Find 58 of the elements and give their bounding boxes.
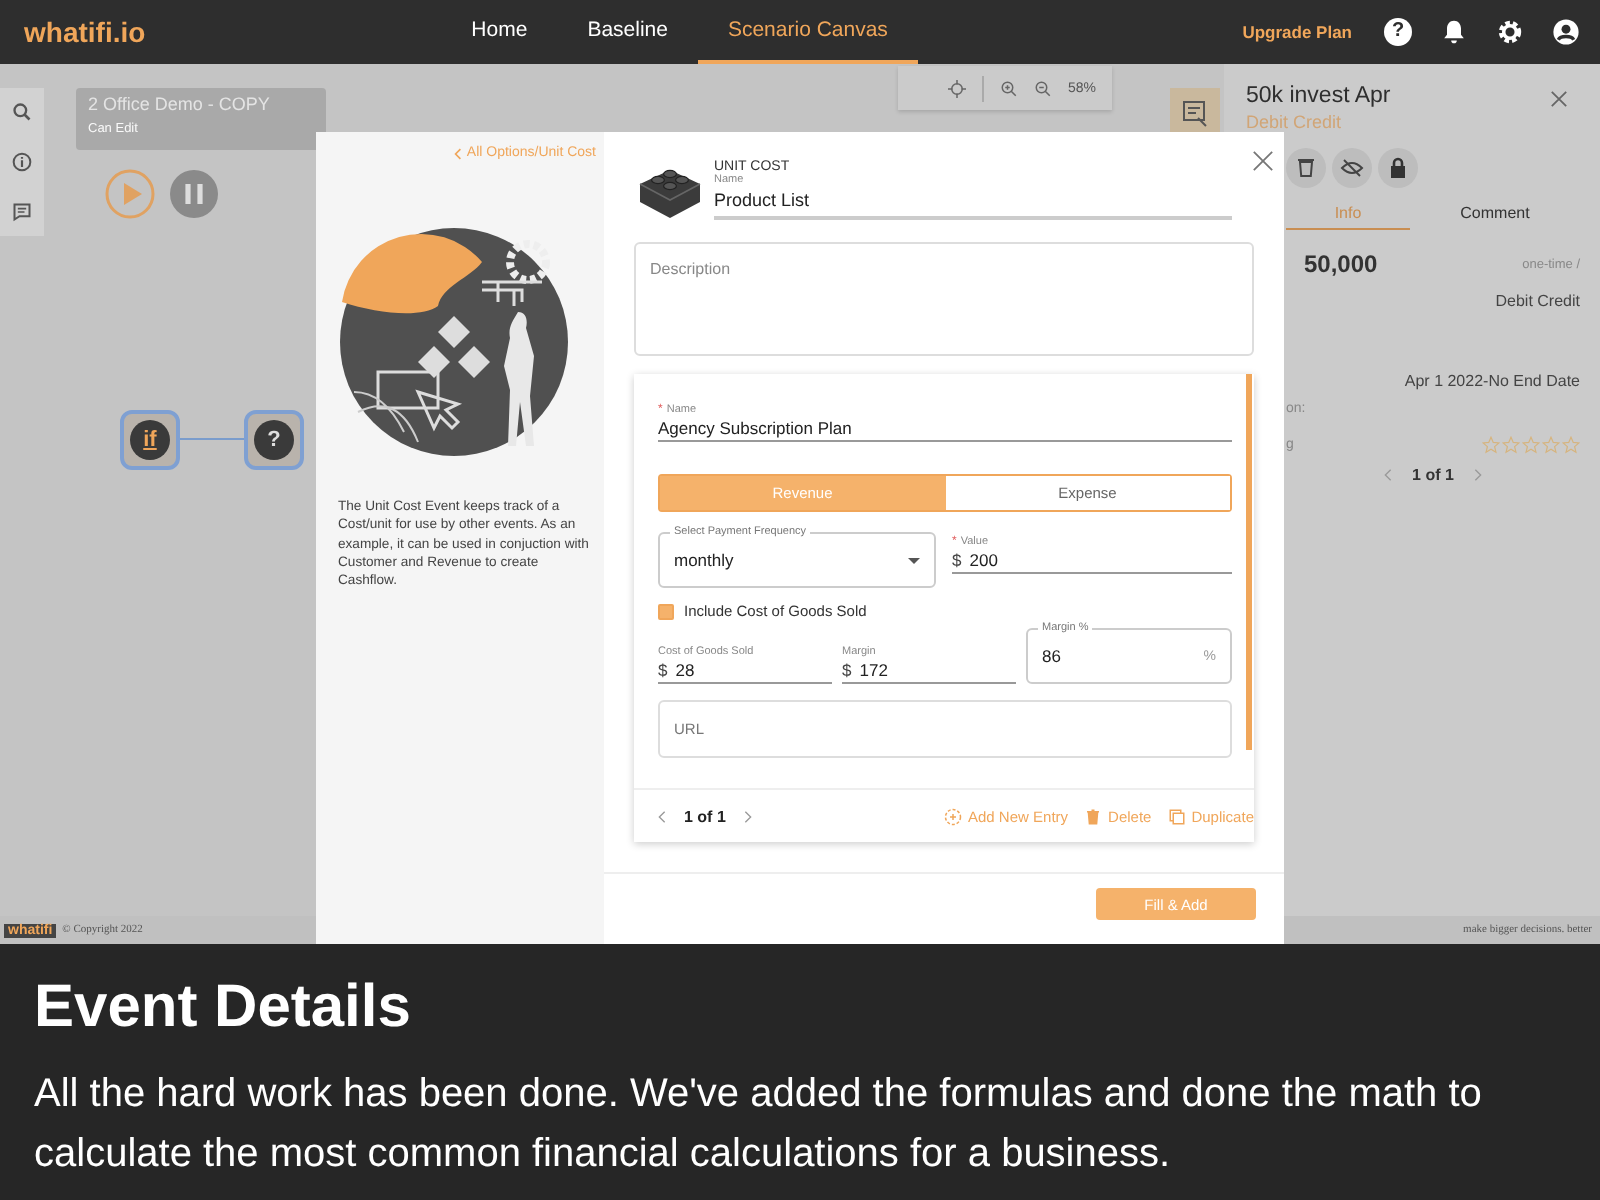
comment-icon[interactable] bbox=[12, 201, 32, 222]
description-field[interactable]: Description bbox=[634, 242, 1254, 356]
chevron-left-icon[interactable] bbox=[658, 809, 666, 823]
close-icon[interactable] bbox=[1550, 90, 1568, 108]
copy-icon bbox=[1167, 807, 1186, 825]
canvas-node[interactable]: ? bbox=[244, 410, 304, 470]
canvas-node[interactable]: if bbox=[120, 410, 180, 470]
logo[interactable]: whatifi.io bbox=[24, 16, 146, 48]
star-icon[interactable] bbox=[1562, 436, 1580, 454]
checkbox[interactable] bbox=[658, 603, 674, 619]
panel-tab[interactable]: Comment bbox=[1410, 200, 1580, 230]
close-icon[interactable] bbox=[1252, 150, 1274, 172]
type-value: Debit Credit bbox=[1493, 292, 1580, 310]
name-input[interactable]: Agency Subscription Plan bbox=[658, 416, 1232, 440]
plus-circle-icon bbox=[944, 807, 962, 825]
scrollbar[interactable] bbox=[1246, 374, 1252, 750]
brick-icon bbox=[638, 164, 702, 220]
chevron-right-icon[interactable] bbox=[743, 809, 752, 823]
star-icon[interactable] bbox=[1502, 436, 1520, 454]
lock-icon[interactable] bbox=[1378, 148, 1418, 188]
star-icon[interactable] bbox=[1482, 436, 1500, 454]
star-icon[interactable] bbox=[1542, 436, 1560, 454]
star-icon[interactable] bbox=[1522, 436, 1540, 454]
caret-icon bbox=[908, 557, 920, 563]
info-icon[interactable] bbox=[12, 151, 32, 172]
caption-text: All the hard work has been done. We've added the formulas and done the math to calculate the most common financial calculations for a business. bbox=[34, 1070, 1484, 1180]
page-indicator: 1 of 1 bbox=[684, 807, 726, 825]
user-account-icon[interactable] bbox=[1552, 18, 1580, 46]
zoom-in-icon[interactable] bbox=[999, 79, 1018, 97]
caption-title: Event Details bbox=[34, 972, 413, 1044]
chevron-left-icon[interactable] bbox=[454, 147, 463, 159]
hidden-eye-icon[interactable] bbox=[1332, 148, 1372, 188]
nav-tab[interactable]: Home bbox=[441, 0, 558, 64]
settings-icon[interactable] bbox=[1496, 18, 1524, 46]
scenario-title: 2 Office Demo - COPY bbox=[88, 94, 272, 114]
currency-symbol: $ bbox=[658, 660, 668, 680]
value-input[interactable]: 200 bbox=[969, 548, 1232, 572]
page-indicator: 1 of 1 bbox=[1412, 466, 1454, 484]
trash-icon bbox=[1084, 807, 1103, 825]
cost-of-goods-input[interactable]: 28 bbox=[675, 658, 832, 682]
date-range: Apr 1 2022-No End Date bbox=[1402, 372, 1580, 390]
zoom-out-icon[interactable] bbox=[1033, 79, 1052, 97]
connector-line bbox=[180, 438, 248, 440]
currency-symbol: $ bbox=[842, 660, 852, 680]
event-type: Debit Credit bbox=[1246, 112, 1344, 132]
upgrade-plan-link[interactable]: Upgrade Plan bbox=[1242, 22, 1352, 42]
help-button[interactable]: ? bbox=[1384, 18, 1412, 46]
crosshair-icon[interactable] bbox=[947, 79, 966, 97]
nav-tab[interactable]: Baseline bbox=[557, 0, 698, 64]
pause-button[interactable] bbox=[168, 168, 220, 220]
trash-icon[interactable] bbox=[1286, 148, 1326, 188]
amount-value: 50,000 bbox=[1304, 250, 1378, 278]
bell-icon[interactable] bbox=[1440, 18, 1468, 46]
currency-symbol: $ bbox=[952, 550, 962, 570]
margin-input[interactable]: 172 bbox=[859, 658, 1016, 682]
search-icon[interactable] bbox=[12, 102, 32, 123]
event-title: 50k invest Apr bbox=[1246, 84, 1391, 108]
name-input[interactable]: Product List bbox=[714, 186, 1232, 216]
